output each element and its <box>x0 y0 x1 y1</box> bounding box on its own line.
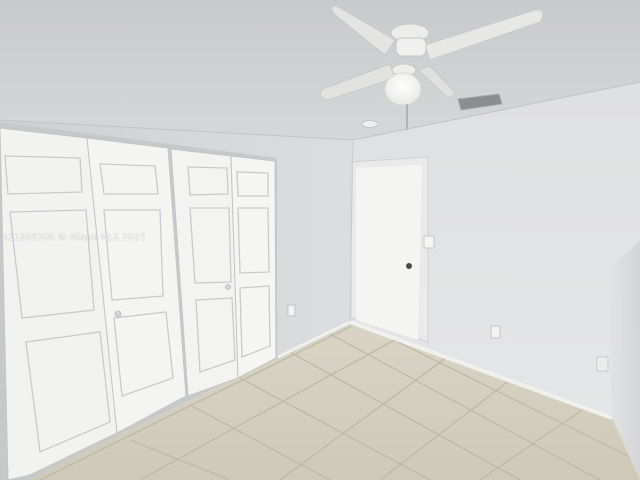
closet-knob-left <box>114 310 122 318</box>
smoke-detector <box>361 120 379 128</box>
wall-outlet-back <box>490 325 501 339</box>
fan-light-bulb-globe <box>384 72 422 106</box>
interior-door <box>356 165 422 340</box>
light-switch-plate <box>423 235 435 249</box>
mls-watermark: A11888309 © Miami MLS 2025 <box>2 233 146 243</box>
door-knob <box>406 263 412 269</box>
closet-knob-right <box>225 284 231 290</box>
wall-outlet-right <box>596 356 609 372</box>
wall-outlet-left <box>287 304 296 317</box>
fan-motor-housing <box>395 37 427 57</box>
